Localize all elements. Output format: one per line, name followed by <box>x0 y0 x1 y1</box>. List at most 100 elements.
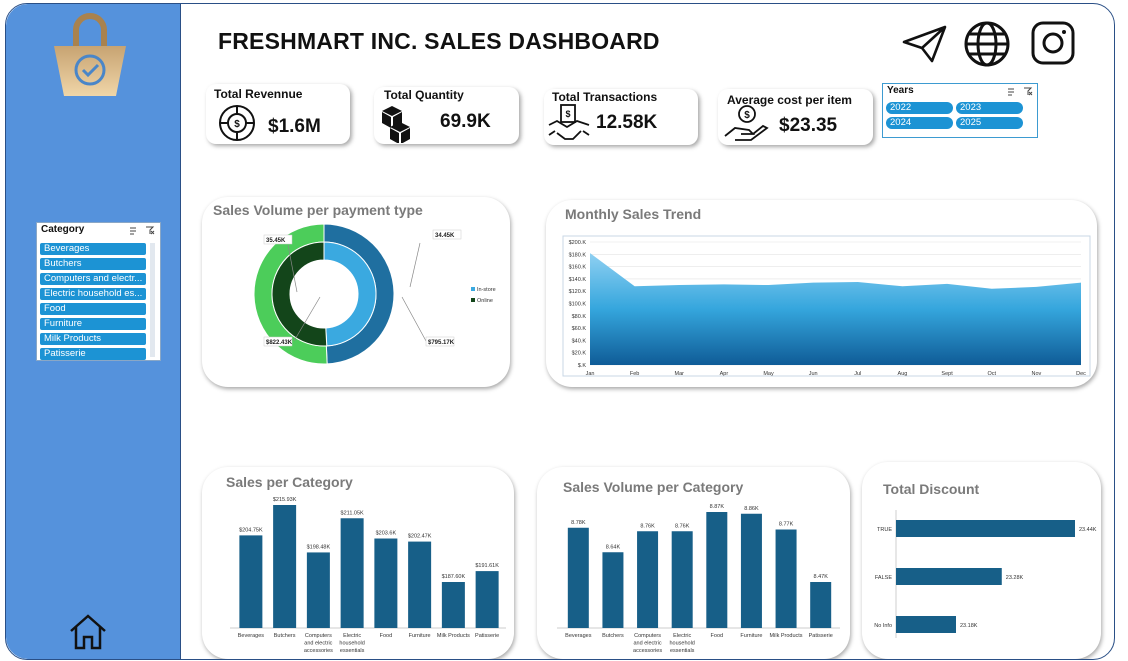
y-tick-label: No Info <box>874 623 892 629</box>
volume-category-chart: 8.78K Beverages 8.64K Butchers 8.76K Computer… <box>557 504 840 654</box>
kpi-value: 12.58K <box>596 112 658 133</box>
bar <box>306 552 330 628</box>
y-tick-label: $100.K <box>569 302 587 308</box>
bar <box>475 571 499 628</box>
data-label: 35.45K <box>266 238 286 244</box>
legend-swatch <box>471 298 475 302</box>
sidebar: Category Beverages Butchers Computers an… <box>6 4 181 659</box>
handshake-icon: $ <box>548 104 590 140</box>
y-tick-label: TRUE <box>877 527 892 533</box>
payment-chart-card: Sales Volume per payment type 34.45K 35.4… <box>202 197 510 387</box>
bar <box>637 531 659 628</box>
payment-donut-chart: 34.45K 35.45K $795.17K $822.43K In-store Onli… <box>253 223 496 365</box>
discount-card: Total Discount 23.44K TRUE 23.28K FALSE 23.1… <box>862 462 1101 659</box>
x-tick-label: Nov <box>1031 371 1041 377</box>
paper-plane-icon[interactable] <box>902 24 948 64</box>
x-tick-label: Milk Products <box>437 633 470 639</box>
kpi-label: Total Revennue <box>214 87 303 101</box>
bar <box>374 538 398 628</box>
globe-icon[interactable] <box>963 20 1011 68</box>
year-item[interactable]: 2023 <box>956 102 1023 114</box>
category-slicer[interactable]: Category Beverages Butchers Computers an… <box>36 222 161 361</box>
data-label: $191.61K <box>475 563 499 569</box>
monthly-trend-chart: $.K $20.K $40.K $60.K $80.K $100.K $120.K $140.… <box>562 235 1091 377</box>
year-item[interactable]: 2025 <box>956 117 1023 129</box>
x-tick-label: Sept <box>941 371 953 377</box>
x-tick-label: Aug <box>898 371 908 377</box>
kpi-card-avg-cost: Average cost per item $ $23.35 <box>718 89 873 145</box>
y-tick-label: $120.K <box>569 289 587 295</box>
instagram-icon[interactable] <box>1030 20 1076 66</box>
year-item[interactable]: 2022 <box>886 102 953 114</box>
kpi-value: 69.9K <box>440 111 491 132</box>
svg-text:$: $ <box>565 109 570 119</box>
legend-swatch <box>471 287 475 291</box>
kpi-label: Total Transactions <box>552 90 658 104</box>
data-label: $822.43K <box>266 340 293 346</box>
legend-label: Online <box>477 298 493 304</box>
page-title: FRESHMART INC. SALES DASHBOARD <box>218 28 660 54</box>
multi-select-icon[interactable] <box>129 226 139 235</box>
x-tick-label: Furniture <box>409 633 431 639</box>
multi-select-icon[interactable] <box>1007 87 1017 96</box>
data-label: 8.87K <box>710 504 725 510</box>
volume-category-card: Sales Volume per Category 8.78K Beverages… <box>537 467 850 659</box>
bar <box>567 527 589 628</box>
data-label: 23.18K <box>960 623 978 629</box>
data-label: $187.60K <box>442 574 466 580</box>
x-tick-label: essentials <box>670 648 695 654</box>
x-tick-label: Computers <box>305 633 332 639</box>
dashboard-frame: Category Beverages Butchers Computers an… <box>5 3 1115 660</box>
home-icon[interactable] <box>68 614 108 650</box>
x-tick-label: Milk Products <box>770 633 803 639</box>
x-tick-label: household <box>339 641 364 647</box>
data-label: 23.44K <box>1079 527 1097 533</box>
revenue-chart-icon: $ <box>219 105 255 141</box>
boxes-icon <box>382 106 410 143</box>
kpi-label: Total Quantity <box>384 88 464 102</box>
category-item[interactable]: Beverages <box>40 243 146 255</box>
data-label: 8.77K <box>779 522 794 528</box>
bar <box>273 505 297 628</box>
data-label: $211.05K <box>341 510 364 516</box>
x-tick-label: Patisserie <box>475 633 499 639</box>
category-item[interactable]: Furniture <box>40 318 146 330</box>
x-tick-label: Mar <box>675 371 685 377</box>
x-tick-label: Jun <box>809 371 818 377</box>
category-item[interactable]: Computers and electr... <box>40 273 146 285</box>
year-item[interactable]: 2024 <box>886 117 953 129</box>
kpi-value: $1.6M <box>268 116 321 137</box>
shopping-bag-icon <box>54 13 126 96</box>
category-item[interactable]: Food <box>40 303 146 315</box>
x-tick-label: Butchers <box>274 633 296 639</box>
data-label: 34.45K <box>435 233 455 239</box>
data-label: 8.76K <box>640 523 655 529</box>
data-label: $215.93K <box>273 497 297 503</box>
data-label: $198.48K <box>307 544 331 550</box>
category-item[interactable]: Butchers <box>40 258 146 270</box>
y-tick-label: $40.K <box>572 338 587 344</box>
clear-filter-icon[interactable] <box>1023 87 1033 96</box>
bar <box>740 513 762 628</box>
slicer-scrollbar[interactable] <box>150 243 155 357</box>
x-tick-label: Furniture <box>740 633 762 639</box>
svg-text:$: $ <box>234 119 240 130</box>
trend-chart-card: Monthly Sales Trend $.K $20.K $40.K $60.K $8… <box>546 200 1097 387</box>
kpi-value: $23.35 <box>779 115 838 136</box>
data-label: $202.47K <box>408 534 432 540</box>
category-item[interactable]: Milk Products <box>40 333 146 345</box>
x-tick-label: household <box>669 641 694 647</box>
y-tick-label: FALSE <box>875 575 892 581</box>
data-label: 8.78K <box>571 520 586 526</box>
category-item[interactable]: Electric household es... <box>40 288 146 300</box>
leader-line <box>409 242 421 288</box>
x-tick-label: Computers <box>634 633 661 639</box>
kpi-card-quantity: Total Quantity 69.9K <box>374 87 519 144</box>
sales-category-card: Sales per Category $204.75K Beverages $215… <box>202 467 514 659</box>
x-tick-label: Butchers <box>602 633 624 639</box>
data-label: $203.6K <box>376 531 397 537</box>
years-slicer[interactable]: Years 2022 2023 2024 2025 <box>882 83 1038 138</box>
category-item[interactable]: Patisserie <box>40 348 146 360</box>
x-tick-label: Patisserie <box>809 633 833 639</box>
clear-filter-icon[interactable] <box>145 226 155 235</box>
